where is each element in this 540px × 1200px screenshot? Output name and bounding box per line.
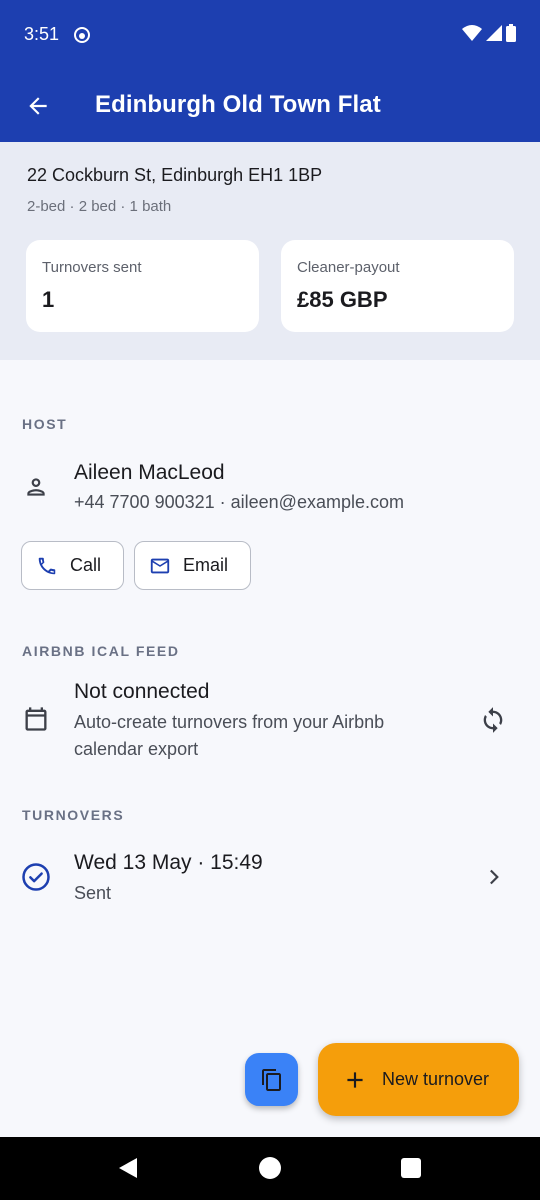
section-heading-ical: AIRBNB ICAL FEED (22, 643, 180, 659)
phone-icon (38, 557, 56, 574)
stat-card-cleaner-payout: Cleaner-payout £85 GBP (281, 240, 514, 332)
stat-card-turnovers-sent: Turnovers sent 1 (26, 240, 259, 332)
sync-button[interactable] (477, 704, 509, 736)
person-icon (20, 471, 52, 503)
arrow-left-icon (29, 97, 47, 115)
stat-label: Cleaner-payout (297, 259, 400, 276)
ical-status-title: Not connected (74, 680, 210, 703)
app-notification-icon (74, 27, 90, 43)
signal-icon (486, 25, 502, 41)
back-button[interactable] (22, 90, 54, 122)
nav-recents-icon[interactable] (401, 1158, 421, 1178)
page-title: Edinburgh Old Town Flat (95, 91, 381, 118)
wifi-icon (462, 25, 482, 41)
nav-back-icon[interactable] (117, 1157, 139, 1179)
stat-value: 1 (42, 287, 55, 312)
stat-label: Turnovers sent (42, 259, 142, 276)
ical-description: Auto-create turnovers from your Airbnb c… (74, 712, 385, 759)
status-indicators (462, 24, 516, 42)
plus-icon (347, 1071, 363, 1088)
section-heading-turnovers: TURNOVERS (22, 807, 125, 823)
nav-home-icon[interactable] (259, 1157, 281, 1179)
app-bar: Edinburgh Old Town Flat (0, 70, 540, 142)
turnover-list-item[interactable]: Wed 13 May · 15:49 Sent (0, 840, 540, 916)
copy-icon (261, 1068, 281, 1091)
host-contact: +44 7700 900321 · aileen@example.com (74, 492, 404, 512)
check-circle-icon (20, 861, 52, 893)
mail-icon (150, 558, 170, 573)
new-turnover-button[interactable]: New turnover (318, 1043, 519, 1116)
turnover-status: Sent (74, 883, 112, 903)
battery-icon (506, 24, 516, 42)
stat-value: £85 GBP (297, 287, 388, 312)
turnover-date: Wed 13 May · 15:49 (74, 851, 263, 874)
host-name: Aileen MacLeod (74, 461, 225, 484)
property-address: 22 Cockburn St, Edinburgh EH1 1BP (27, 165, 323, 185)
property-summary: 22 Cockburn St, Edinburgh EH1 1BP 2-bed … (0, 142, 540, 360)
email-button[interactable]: Email (134, 541, 251, 590)
call-button-label: Call (70, 555, 102, 575)
status-time: 3:51 (24, 24, 60, 44)
call-button[interactable]: Call (21, 541, 124, 590)
status-bar: 3:51 (0, 0, 540, 70)
copy-button[interactable] (245, 1053, 298, 1106)
chevron-right-icon (477, 861, 509, 893)
property-rooms: 2-bed · 2 bed · 1 bath (27, 198, 172, 215)
section-heading-host: HOST (22, 416, 68, 432)
system-nav-bar (0, 1137, 540, 1200)
email-button-label: Email (183, 555, 229, 575)
sync-icon (483, 707, 503, 733)
new-turnover-label: New turnover (382, 1069, 490, 1089)
calendar-icon (20, 703, 52, 735)
